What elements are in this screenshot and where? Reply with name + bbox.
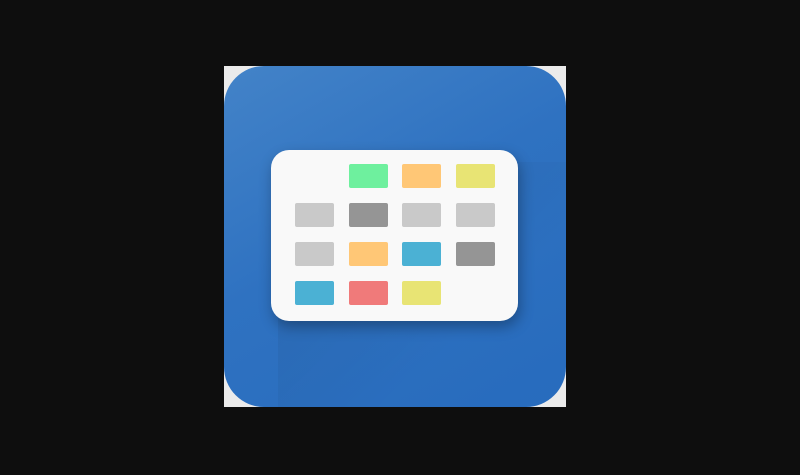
calendar-app-icon (224, 66, 566, 407)
calendar-day-cell (455, 242, 495, 266)
image-frame (224, 66, 566, 407)
calendar-day-cell (455, 164, 495, 188)
calendar-day-cell (295, 242, 334, 266)
calendar-day-cell (402, 281, 441, 305)
calendar-day-cell (348, 281, 388, 305)
calendar-day-cell (348, 203, 388, 227)
calendar-day-cell (348, 164, 388, 188)
calendar-day-cell (402, 242, 441, 266)
calendar-day-cell (402, 203, 441, 227)
calendar-day-cell (295, 203, 334, 227)
calendar-day-cell (295, 281, 334, 305)
image-viewer (0, 0, 800, 475)
calendar-day-cell (455, 203, 495, 227)
calendar-card (271, 150, 518, 321)
calendar-day-cell (348, 242, 388, 266)
calendar-day-cell (402, 164, 441, 188)
